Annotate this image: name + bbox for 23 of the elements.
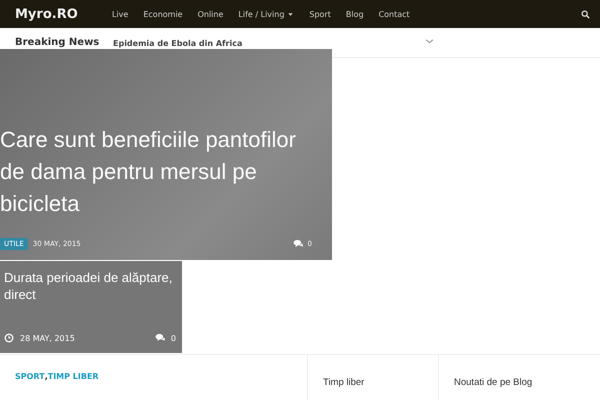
nav-link[interactable]: Life / Living (238, 10, 294, 18)
site-logo[interactable]: Myro.RO (15, 6, 112, 22)
widget-title: Timp liber (323, 377, 364, 388)
clock-icon (4, 333, 14, 343)
nav-link[interactable]: Economie (143, 10, 183, 18)
breaking-headline[interactable]: Epidemia de Ebola din Africa (113, 37, 425, 48)
nav-link[interactable]: Blog (346, 10, 364, 18)
separator-comma: , (44, 372, 48, 381)
search-button[interactable] (579, 8, 592, 20)
nav-link[interactable]: Live (112, 10, 128, 18)
comment-icon (154, 333, 165, 343)
chevron-down-icon (425, 37, 434, 46)
nav-link[interactable]: Sport (309, 10, 331, 18)
nav-link[interactable]: Online (198, 10, 224, 18)
widget-title: Noutati de pe Blog (454, 377, 532, 388)
nav-link[interactable]: Contact (378, 10, 410, 18)
comment-icon (292, 239, 303, 249)
comment-count: 0 (170, 334, 176, 342)
post-date: 28 MAY, 2015 (20, 334, 75, 342)
post-title[interactable]: Durata perioadei de alăptare, direct (4, 269, 176, 303)
featured-post-title[interactable]: Care sunt beneficiile pantofilor de dama pentru mersul pe bicicleta (0, 124, 312, 220)
search-icon (581, 10, 590, 18)
breaking-news-label: Breaking News (15, 37, 100, 48)
